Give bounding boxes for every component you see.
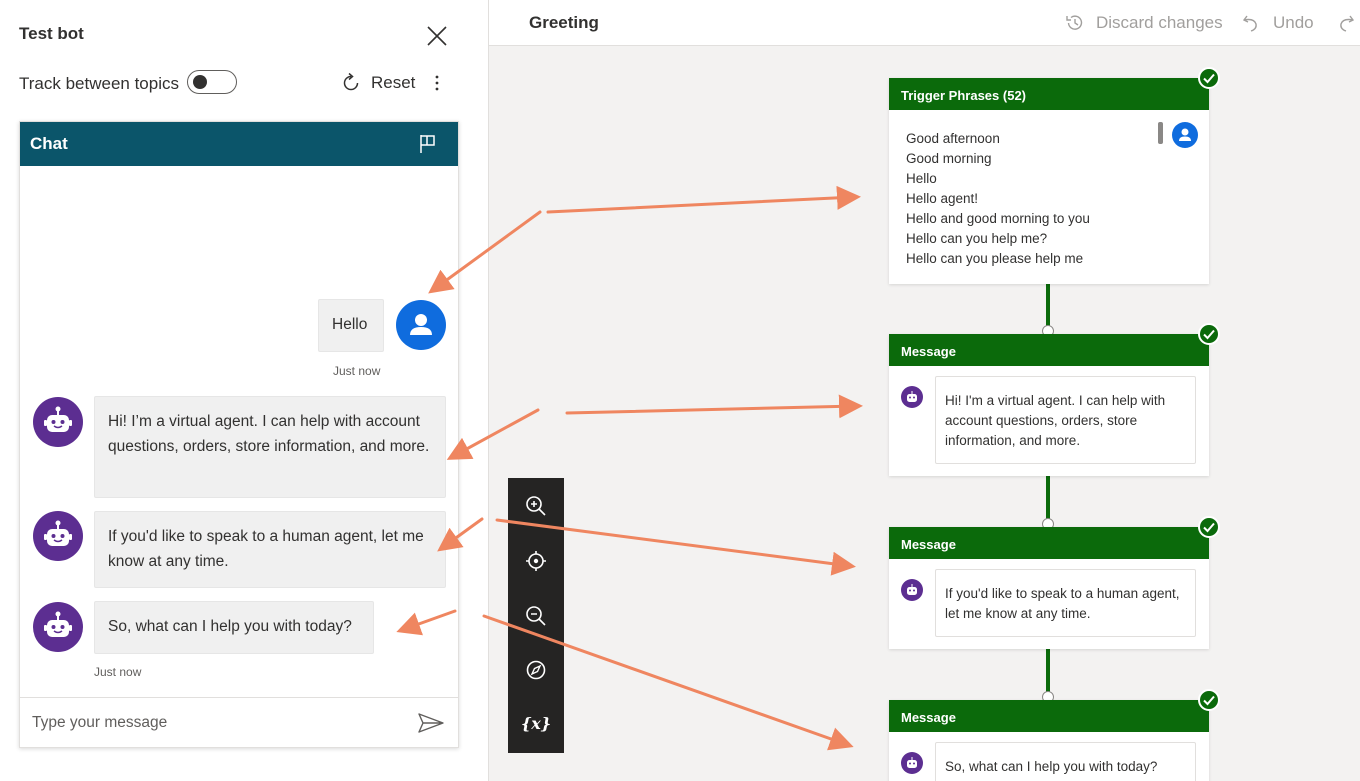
person-icon [1179,128,1191,141]
send-icon [418,713,444,733]
trigger-phrase: Good afternoon [906,131,1000,146]
reset-button[interactable]: Reset [340,70,415,96]
trigger-phrase: Hello agent! [906,191,979,206]
message-input[interactable] [32,708,402,738]
track-between-topics-label: Track between topics [19,74,179,93]
message-text-card[interactable]: So, what can I help you with today? [935,742,1196,781]
user-avatar [1172,122,1198,148]
node-header: Message [889,700,1209,732]
message-node[interactable]: Message Hi! I'm a virtual agent. I can h… [889,323,1220,476]
variables-button[interactable]: {x} [516,714,556,733]
redo-icon [1340,15,1355,32]
undo-icon [1242,15,1257,32]
reset-label: Reset [371,73,416,92]
history-icon [1066,15,1083,30]
person-icon [410,314,432,335]
toggle-knob [193,75,207,89]
bot-avatar [33,602,83,652]
bot-icon [901,579,923,601]
zoom-in-button[interactable] [522,492,550,520]
message-text-card[interactable]: If you'd like to speak to a human agent,… [935,569,1196,637]
discard-changes-label: Discard changes [1096,13,1223,32]
chat-title: Chat [30,134,68,153]
chat-window: Chat Hello Just now Hi! I’m a virtual ag… [19,121,459,748]
bot-message-bubble: Hi! I’m a virtual agent. I can help with… [94,396,446,498]
bot-message-bubble: If you'd like to speak to a human agent,… [94,511,446,588]
bot-icon [901,386,923,408]
more-options-button[interactable] [430,72,444,94]
zoom-in-icon [526,496,546,516]
trigger-phrase: Hello and good morning to you [906,211,1090,226]
target-icon [526,551,546,571]
check-icon [1198,689,1220,711]
undo-label: Undo [1273,13,1314,32]
authoring-canvas: Greeting Discard changes Undo Trigger Ph… [489,0,1360,781]
check-icon [1198,323,1220,345]
undo-button[interactable]: Undo [1241,10,1314,36]
report-button[interactable] [417,133,439,155]
refresh-icon [343,72,359,91]
recenter-button[interactable] [522,547,550,575]
canvas-toolbar: Greeting Discard changes Undo [489,0,1360,46]
flow-connector [1046,476,1050,524]
flow-connector [1046,283,1050,331]
bot-avatar [33,511,83,561]
flag-icon [420,135,435,153]
zoom-out-icon [526,606,546,626]
pane-title: Test bot [19,24,84,43]
zoom-out-button[interactable] [522,602,550,630]
track-between-topics-toggle[interactable] [187,70,237,94]
bot-icon [44,611,72,637]
redo-button[interactable] [1334,10,1356,36]
minimap-button[interactable] [522,656,550,684]
more-vertical-icon [435,75,439,91]
trigger-phrase-list: Good afternoon Good morning Hello Hello … [906,129,1090,269]
close-icon [427,26,447,46]
bot-icon [44,520,72,546]
message-node[interactable]: Message So, what can I help you with tod… [889,689,1220,781]
trigger-phrase: Hello [906,171,937,186]
chat-header: Chat [20,122,458,166]
check-icon [1198,516,1220,538]
user-message-bubble: Hello [318,299,384,352]
zoom-toolbar: {x} [508,478,564,753]
trigger-phrase: Hello can you please help me [906,251,1084,266]
close-button[interactable] [425,24,449,48]
topic-name: Greeting [529,13,599,32]
trigger-phrase: Hello can you help me? [906,231,1048,246]
bot-avatar [33,397,83,447]
check-icon [1198,67,1220,89]
node-header: Message [889,334,1209,366]
user-message-timestamp: Just now [333,364,381,378]
bot-icon [44,406,72,432]
node-header: Trigger Phrases (52) [889,78,1209,110]
discard-changes-button[interactable]: Discard changes [1064,10,1223,36]
trigger-phrase: Good morning [906,151,992,166]
message-text-card[interactable]: Hi! I'm a virtual agent. I can help with… [935,376,1196,464]
message-node[interactable]: Message If you'd like to speak to a huma… [889,516,1220,649]
trigger-body: Good afternoon Good morning Hello Hello … [889,110,1209,284]
node-header: Message [889,527,1209,559]
test-bot-pane: Test bot Track between topics Reset Chat… [0,0,489,781]
trigger-phrases-node[interactable]: Trigger Phrases (52) Good afternoon Good… [889,67,1220,284]
send-button[interactable] [417,712,445,734]
user-avatar [396,300,446,350]
message-composer [20,697,458,747]
bot-message-timestamp: Just now [94,665,142,679]
compass-icon [526,660,546,680]
scrollbar[interactable] [1158,122,1163,144]
bot-icon [901,752,923,774]
flow-connector [1046,649,1050,697]
bot-message-bubble: So, what can I help you with today? [94,601,374,654]
